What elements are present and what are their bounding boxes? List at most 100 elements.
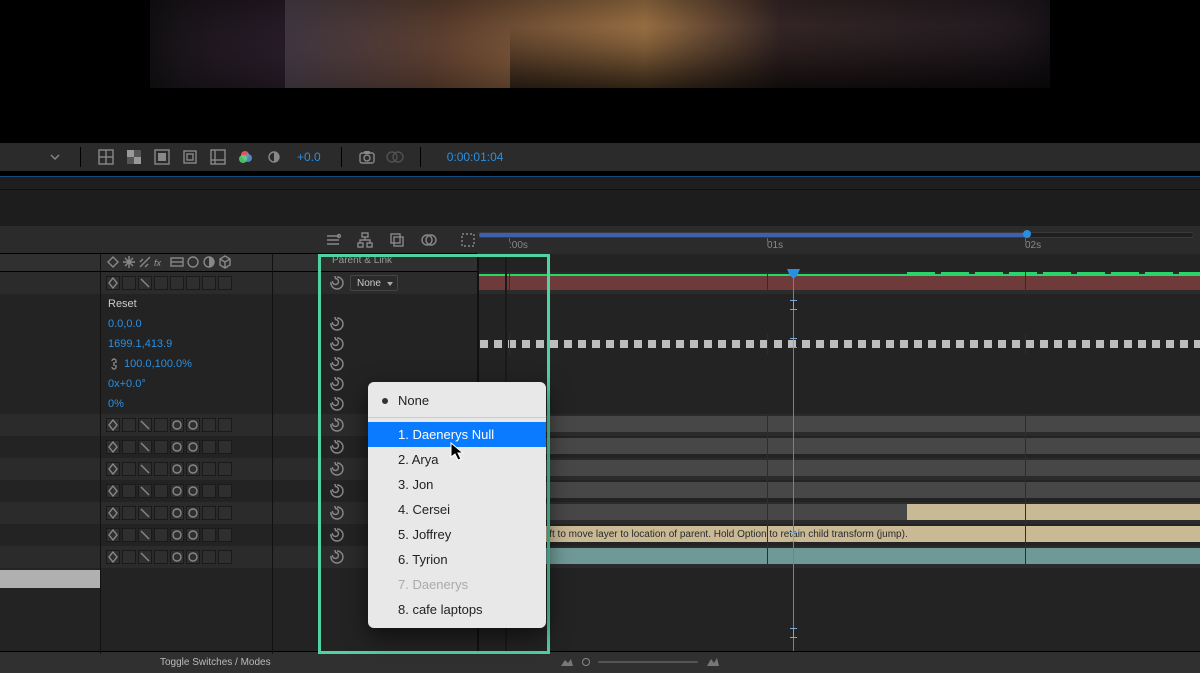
- shy-switch[interactable]: [106, 462, 120, 476]
- property-row-reset[interactable]: Reset: [0, 294, 1200, 314]
- switch-cell[interactable]: [170, 276, 184, 290]
- layer-bar[interactable]: [477, 460, 1200, 476]
- switch-cell[interactable]: [202, 484, 216, 498]
- layer-bar[interactable]: [477, 416, 1200, 432]
- preview-timecode[interactable]: 0:00:01:04: [447, 150, 504, 164]
- pickwhip-icon[interactable]: [330, 506, 344, 520]
- solo-switch[interactable]: [138, 440, 152, 454]
- shy-switch[interactable]: [106, 528, 120, 542]
- exposure-icon[interactable]: [265, 148, 283, 166]
- transparency-grid-icon[interactable]: [125, 148, 143, 166]
- solo-switch[interactable]: [138, 276, 152, 290]
- switch-cell[interactable]: [154, 528, 168, 542]
- property-row-opacity[interactable]: 0%: [0, 394, 1200, 414]
- layer-bar[interactable]: [477, 274, 1200, 290]
- pickwhip-icon[interactable]: [330, 484, 344, 498]
- preview-time-ruler[interactable]: [0, 176, 1200, 190]
- motion-blur-switch[interactable]: [170, 440, 184, 454]
- color-management-icon[interactable]: [237, 148, 255, 166]
- layer-bar-segment[interactable]: [907, 504, 1200, 520]
- toggle-switches-modes-button[interactable]: Toggle Switches / Modes: [160, 657, 271, 668]
- frame-blend-icon[interactable]: [420, 231, 438, 249]
- anchor-point-value[interactable]: 0.0,0.0: [108, 314, 142, 334]
- keyframe-strip[interactable]: [477, 340, 1200, 348]
- layer-row[interactable]: [0, 502, 1200, 524]
- dropdown-item[interactable]: 5. Joffrey: [368, 522, 546, 547]
- adjustment-switch[interactable]: [186, 550, 200, 564]
- property-row-anchor[interactable]: 0.0,0.0: [0, 314, 1200, 334]
- layer-bar[interactable]: [477, 438, 1200, 454]
- pickwhip-icon[interactable]: [330, 397, 344, 411]
- opacity-value[interactable]: 0%: [108, 394, 124, 414]
- pickwhip-icon[interactable]: [330, 377, 344, 391]
- exposure-value[interactable]: +0.0: [297, 150, 321, 164]
- layer-row[interactable]: [0, 414, 1200, 436]
- pickwhip-icon[interactable]: [330, 317, 344, 331]
- reset-label[interactable]: Reset: [108, 294, 137, 314]
- parent-dropdown[interactable]: None: [350, 275, 398, 291]
- motion-blur-switch[interactable]: [170, 528, 184, 542]
- position-value[interactable]: 1699.1,413.9: [108, 334, 172, 354]
- layer-row[interactable]: None: [0, 272, 1200, 294]
- layer-row[interactable]: ift to move layer to location of parent.…: [0, 524, 1200, 546]
- layer-row[interactable]: [0, 546, 1200, 568]
- switch-cell[interactable]: [122, 528, 136, 542]
- switch-cell[interactable]: [122, 418, 136, 432]
- scale-value[interactable]: 100.0,100.0%: [108, 354, 192, 374]
- layer-bar[interactable]: [477, 482, 1200, 498]
- grid-toggle-icon[interactable]: [97, 148, 115, 166]
- dropdown-item[interactable]: 3. Jon: [368, 472, 546, 497]
- switch-cell[interactable]: [154, 484, 168, 498]
- switch-cell[interactable]: [154, 276, 168, 290]
- shy-switch[interactable]: [106, 418, 120, 432]
- adjustment-switch[interactable]: [186, 506, 200, 520]
- dropdown-item-none[interactable]: None: [368, 388, 546, 413]
- shy-switch[interactable]: [106, 550, 120, 564]
- pickwhip-icon[interactable]: [330, 462, 344, 476]
- search-icon[interactable]: [324, 231, 342, 249]
- mask-toggle-icon[interactable]: [153, 148, 171, 166]
- switch-cell[interactable]: [122, 506, 136, 520]
- timeline-zoom-slider[interactable]: [560, 654, 720, 670]
- solo-switch[interactable]: [138, 484, 152, 498]
- switch-cell[interactable]: [202, 462, 216, 476]
- switch-cell[interactable]: [122, 276, 136, 290]
- switch-cell[interactable]: [218, 276, 232, 290]
- switch-cell[interactable]: [154, 418, 168, 432]
- switch-cell[interactable]: [186, 276, 200, 290]
- switch-cell[interactable]: [218, 506, 232, 520]
- chevron-down-icon[interactable]: [46, 148, 64, 166]
- pickwhip-icon[interactable]: [330, 440, 344, 454]
- dropdown-item[interactable]: 4. Cersei: [368, 497, 546, 522]
- switch-cell[interactable]: [202, 528, 216, 542]
- pickwhip-icon[interactable]: [330, 550, 344, 564]
- layer-row[interactable]: [0, 480, 1200, 502]
- motion-blur-switch[interactable]: [170, 506, 184, 520]
- adjustment-switch[interactable]: [186, 418, 200, 432]
- switch-cell[interactable]: [202, 550, 216, 564]
- switch-cell[interactable]: [218, 550, 232, 564]
- adjustment-switch[interactable]: [186, 484, 200, 498]
- region-of-interest-icon[interactable]: [181, 148, 199, 166]
- switch-cell[interactable]: [202, 276, 216, 290]
- pickwhip-icon[interactable]: [330, 337, 344, 351]
- switch-cell[interactable]: [218, 440, 232, 454]
- switch-cell[interactable]: [218, 462, 232, 476]
- dropdown-item[interactable]: 1. Daenerys Null: [368, 422, 546, 447]
- switch-cell[interactable]: [202, 418, 216, 432]
- shy-switch[interactable]: [106, 440, 120, 454]
- adjustment-switch[interactable]: [186, 440, 200, 454]
- motion-blur-switch[interactable]: [170, 418, 184, 432]
- switch-cell[interactable]: [122, 462, 136, 476]
- shy-switch[interactable]: [106, 506, 120, 520]
- constrain-icon[interactable]: [108, 358, 120, 370]
- switch-cell[interactable]: [122, 440, 136, 454]
- switch-cell[interactable]: [154, 506, 168, 520]
- pickwhip-icon[interactable]: [330, 418, 344, 432]
- solo-switch[interactable]: [138, 462, 152, 476]
- composition-mini-flow-icon[interactable]: [356, 231, 374, 249]
- dropdown-item[interactable]: 7. Daenerys: [368, 572, 546, 597]
- shy-switch[interactable]: [106, 276, 120, 290]
- dropdown-item[interactable]: 2. Arya: [368, 447, 546, 472]
- snapshot-icon[interactable]: [358, 148, 376, 166]
